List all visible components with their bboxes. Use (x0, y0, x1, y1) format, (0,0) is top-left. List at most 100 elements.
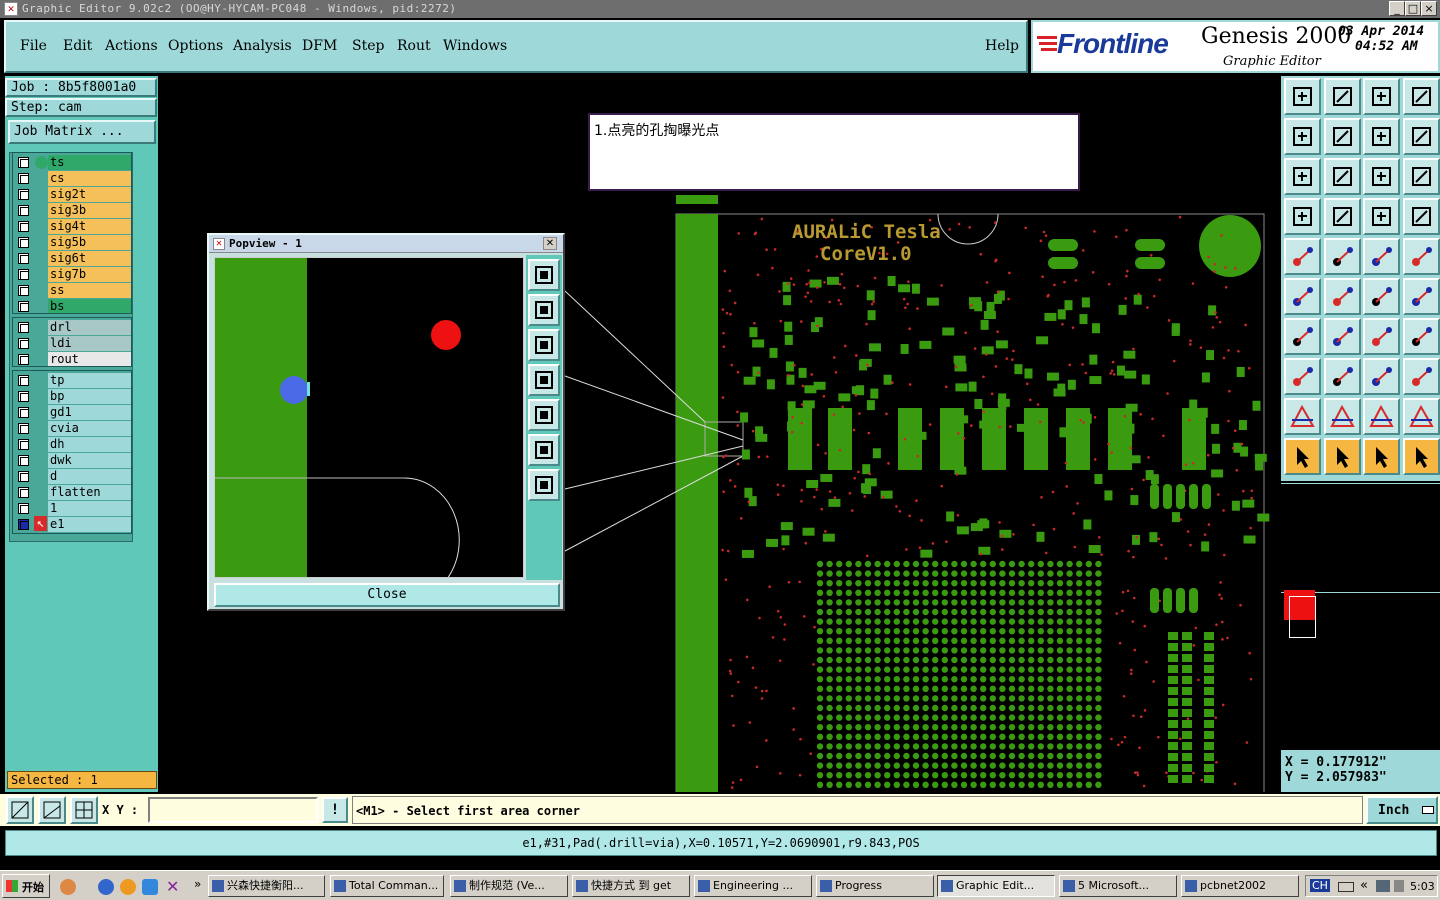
taskbar-item[interactable]: 5 Microsoft... (1059, 875, 1177, 897)
zoom-out-icon[interactable] (1284, 118, 1321, 155)
pv-zoom-out-icon[interactable] (528, 329, 560, 361)
open-job-icon[interactable] (1284, 78, 1321, 115)
layer-row-sig6t[interactable]: sig6t (15, 251, 133, 266)
language-indicator[interactable]: CH (1310, 879, 1330, 892)
layer-checkbox[interactable] (18, 503, 29, 514)
layer-filter-icon[interactable] (1402, 198, 1440, 235)
layer-checkbox[interactable] (18, 253, 29, 264)
menu-analysis[interactable]: Analysis (233, 38, 292, 54)
menu-actions[interactable]: Actions (105, 38, 158, 54)
select-net-icon[interactable] (1402, 438, 1440, 475)
zoom-area-icon[interactable] (6, 796, 34, 824)
redraw-icon[interactable] (1402, 118, 1440, 155)
layer-row-1[interactable]: 1 (15, 501, 133, 516)
popview-close-button[interactable]: Close (214, 583, 560, 607)
volume-icon[interactable] (1394, 880, 1404, 892)
triangle-icon[interactable] (1284, 398, 1321, 435)
layer-checkbox[interactable] (18, 269, 29, 280)
move-icon[interactable] (1363, 278, 1400, 315)
layer-row-sig5b[interactable]: sig5b (15, 235, 133, 250)
select-poly-icon[interactable] (1363, 438, 1400, 475)
layer-checkbox[interactable] (18, 455, 29, 466)
layer-checkbox[interactable] (18, 391, 29, 402)
taskbar-item[interactable]: pcbnet2002 (1181, 875, 1299, 897)
network-icon[interactable] (1376, 880, 1390, 892)
home-icon[interactable] (1363, 78, 1400, 115)
layer-row-sig7b[interactable]: sig7b (15, 267, 133, 282)
layer-row-bp[interactable]: bp (15, 389, 133, 404)
pv-center-icon[interactable] (528, 469, 560, 501)
keyboard-icon[interactable] (1338, 882, 1354, 892)
layer-row-dh[interactable]: dh (15, 437, 133, 452)
layer-row-dwk[interactable]: dwk (15, 453, 133, 468)
layer-checkbox[interactable] (18, 237, 29, 248)
layer-row-ts[interactable]: ts (15, 155, 133, 170)
minus-icon[interactable] (1323, 358, 1361, 395)
menu-file[interactable]: File (20, 38, 47, 54)
node-icon[interactable] (1284, 278, 1321, 315)
select-box-icon[interactable] (1323, 438, 1361, 475)
layer-checkbox[interactable] (18, 221, 29, 232)
zoom-in-icon[interactable] (1323, 118, 1361, 155)
polygon-icon[interactable] (1323, 238, 1361, 275)
layer-checkbox[interactable] (18, 205, 29, 216)
triangle-rout-icon[interactable] (1363, 398, 1400, 435)
maximize-button[interactable]: □ (1405, 1, 1421, 16)
window-icon[interactable] (1402, 78, 1440, 115)
select-arrow-icon[interactable] (1284, 438, 1321, 475)
taskbar-item[interactable]: Graphic Edit... (937, 875, 1055, 897)
line-icon[interactable] (1284, 318, 1321, 355)
layer-checkbox[interactable] (18, 338, 29, 349)
ruler-icon[interactable] (1284, 198, 1321, 235)
x-app-icon[interactable]: ✕ (166, 877, 179, 896)
triangle-select-icon[interactable] (1402, 398, 1440, 435)
tray-expand-icon[interactable]: « (1360, 878, 1368, 893)
layer-checkbox[interactable] (18, 423, 29, 434)
layer-checkbox[interactable] (18, 519, 29, 530)
quicklaunch-more-icon[interactable]: » (194, 877, 201, 891)
save-icon[interactable] (1323, 78, 1361, 115)
taskbar-item[interactable]: 制作规范 (Ve... (450, 875, 568, 897)
layer-row-sig2t[interactable]: sig2t (15, 187, 133, 202)
layer-checkbox[interactable] (18, 487, 29, 498)
layer-row-ldi[interactable]: ldi (15, 336, 133, 351)
popview-window[interactable]: ✕ Popview - 1 ✕ Close (207, 233, 565, 611)
fit-icon[interactable] (1284, 158, 1321, 195)
menu-dfm[interactable]: DFM (302, 38, 337, 54)
layer-row-tp[interactable]: tp (15, 373, 133, 388)
taskbar-item[interactable]: 快捷方式 到 get (572, 875, 690, 897)
minimize-button[interactable]: _ (1389, 1, 1405, 16)
layer-checkbox[interactable] (18, 322, 29, 333)
xy-input[interactable] (148, 797, 318, 823)
menu-edit[interactable]: Edit (63, 38, 92, 54)
menu-options[interactable]: Options (168, 38, 223, 54)
taskbar-item[interactable]: 兴森快捷衡阳... (208, 875, 325, 897)
pad-icon[interactable] (1284, 238, 1321, 275)
menu-help[interactable]: Help (985, 38, 1019, 54)
layer-row-cs[interactable]: cs (15, 171, 133, 186)
pv-pan-right-icon[interactable] (528, 399, 560, 431)
grid-toggle-icon[interactable] (1323, 198, 1361, 235)
snap-icon[interactable] (1402, 238, 1440, 275)
triangle-alt-icon[interactable] (1323, 398, 1361, 435)
layer-row-gd1[interactable]: gd1 (15, 405, 133, 420)
layer-checkbox[interactable] (18, 285, 29, 296)
menu-rout[interactable]: Rout (397, 38, 431, 54)
layer-checkbox[interactable] (18, 439, 29, 450)
pv-zoom-in-icon[interactable] (528, 294, 560, 326)
layer-row-sig3b[interactable]: sig3b (15, 203, 133, 218)
layer-display-icon[interactable] (1363, 198, 1400, 235)
grid-icon[interactable] (70, 796, 98, 824)
slash-icon[interactable] (1323, 318, 1361, 355)
layer-checkbox[interactable] (18, 157, 29, 168)
layer-checkbox[interactable] (18, 471, 29, 482)
popview-canvas[interactable] (214, 257, 524, 578)
pv-zoom-fit-icon[interactable] (528, 259, 560, 291)
popview-close-icon[interactable]: ✕ (543, 237, 557, 250)
layer-checkbox[interactable] (18, 375, 29, 386)
menu-step[interactable]: Step (352, 38, 384, 54)
browser-icon[interactable] (142, 879, 158, 895)
layer-row-sig4t[interactable]: sig4t (15, 219, 133, 234)
layer-checkbox[interactable] (18, 354, 29, 365)
pv-pan-left-icon[interactable] (528, 364, 560, 396)
